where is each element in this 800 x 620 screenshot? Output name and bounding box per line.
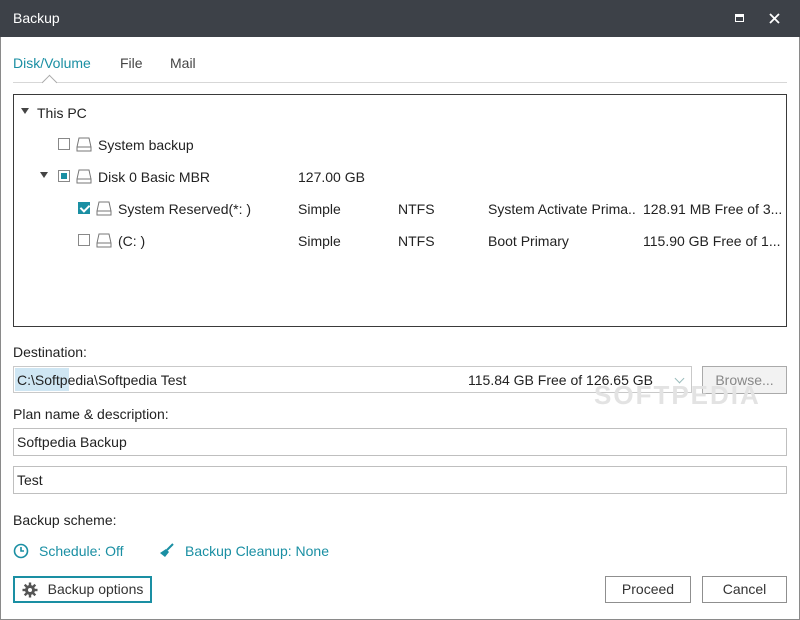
expand-arrow-icon[interactable] bbox=[21, 108, 29, 114]
watermark: SOFTPEDIA bbox=[594, 380, 761, 411]
item-name: System Reserved(*: ) bbox=[118, 201, 251, 217]
tab-disk-volume[interactable]: Disk/Volume bbox=[13, 55, 91, 71]
schedule-text: Schedule: Off bbox=[39, 543, 124, 559]
gear-icon bbox=[22, 582, 38, 598]
tree-root-label: This PC bbox=[37, 105, 87, 121]
item-name: Disk 0 Basic MBR bbox=[98, 169, 210, 185]
drive-icon bbox=[76, 169, 92, 184]
tree-item-system-backup[interactable]: System backup bbox=[14, 134, 786, 156]
checkbox[interactable] bbox=[58, 138, 70, 150]
tree-item-system-reserved[interactable]: System Reserved(*: ) Simple NTFS System … bbox=[14, 198, 786, 220]
checkbox[interactable] bbox=[58, 170, 70, 182]
backup-scheme-label: Backup scheme: bbox=[13, 512, 117, 528]
destination-label: Destination: bbox=[13, 344, 87, 360]
close-icon bbox=[769, 13, 780, 24]
checkbox[interactable] bbox=[78, 234, 90, 246]
item-name: System backup bbox=[98, 137, 194, 153]
backup-cleanup-link[interactable]: Backup Cleanup: None bbox=[159, 543, 329, 559]
cleanup-text: Backup Cleanup: None bbox=[185, 543, 329, 559]
item-fs: NTFS bbox=[398, 201, 435, 217]
drive-icon bbox=[96, 233, 112, 248]
backup-options-label: Backup options bbox=[48, 578, 144, 601]
tab-divider bbox=[13, 82, 787, 83]
item-type: Simple bbox=[298, 233, 341, 249]
item-status: System Activate Prima... bbox=[488, 201, 636, 217]
plan-description-input[interactable] bbox=[13, 466, 787, 494]
schedule-link[interactable]: Schedule: Off bbox=[13, 543, 124, 559]
proceed-button[interactable]: Proceed bbox=[605, 576, 691, 603]
item-free: 115.90 GB Free of 1... bbox=[643, 233, 783, 249]
destination-select[interactable]: C:\Softpedia\Softpedia Test 115.84 GB Fr… bbox=[13, 366, 692, 393]
maximize-icon bbox=[735, 14, 744, 22]
item-fs: NTFS bbox=[398, 233, 435, 249]
tree-item-c-drive[interactable]: (C: ) Simple NTFS Boot Primary 115.90 GB… bbox=[14, 230, 786, 252]
drive-icon bbox=[96, 201, 112, 216]
tree-item-disk0[interactable]: Disk 0 Basic MBR 127.00 GB bbox=[14, 166, 786, 188]
item-size: 127.00 GB bbox=[298, 169, 365, 185]
maximize-button[interactable] bbox=[729, 8, 749, 28]
plan-name-input[interactable] bbox=[13, 428, 787, 456]
drive-icon bbox=[76, 137, 92, 152]
tree-root[interactable]: This PC bbox=[14, 102, 786, 124]
expand-arrow-icon[interactable] bbox=[40, 172, 48, 178]
tab-file[interactable]: File bbox=[120, 55, 143, 71]
close-button[interactable] bbox=[764, 8, 784, 28]
item-type: Simple bbox=[298, 201, 341, 217]
cancel-button[interactable]: Cancel bbox=[702, 576, 787, 603]
broom-icon bbox=[159, 543, 175, 559]
plan-label: Plan name & description: bbox=[13, 406, 169, 422]
item-name: (C: ) bbox=[118, 233, 145, 249]
title-bar: Backup bbox=[0, 0, 800, 37]
item-free: 128.91 MB Free of 3... bbox=[643, 201, 783, 217]
disk-tree[interactable]: This PC System backup Disk 0 Basic MBR 1… bbox=[13, 94, 787, 327]
window-title: Backup bbox=[13, 10, 60, 26]
tab-mail[interactable]: Mail bbox=[170, 55, 196, 71]
backup-options-button[interactable]: Backup options bbox=[13, 576, 152, 603]
destination-path: C:\Softpedia\Softpedia Test bbox=[17, 372, 186, 388]
checkbox[interactable] bbox=[78, 202, 90, 214]
item-status: Boot Primary bbox=[488, 233, 636, 249]
clock-icon bbox=[13, 543, 29, 559]
